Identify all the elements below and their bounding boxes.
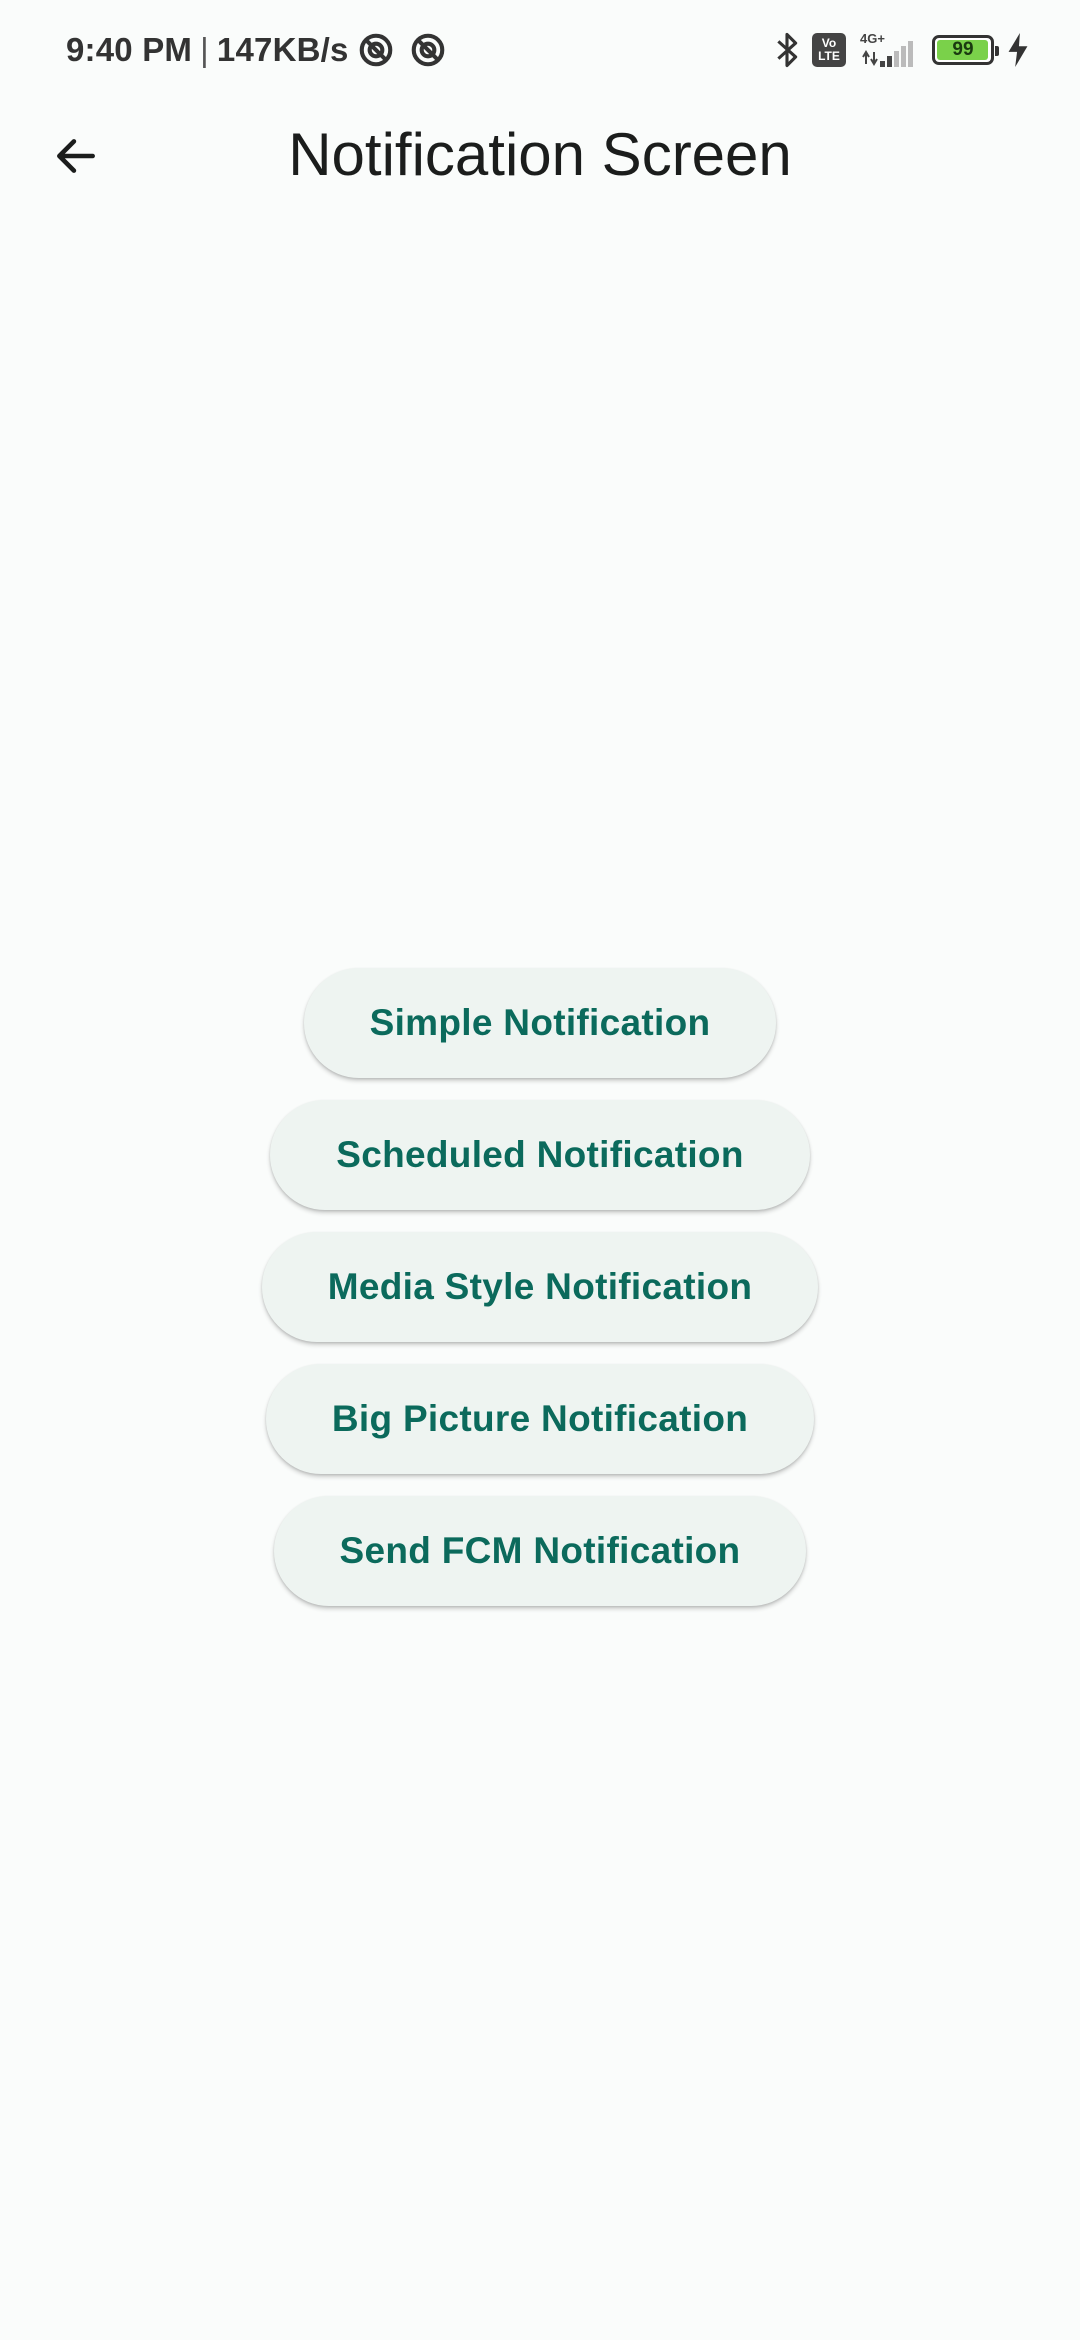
battery-nub: [995, 46, 999, 56]
status-bar: 9:40 PM | 147KB/s Vo LTE 4G+ 99: [0, 0, 1080, 100]
bluetooth-icon: [777, 32, 798, 68]
battery-level: 99: [952, 39, 974, 60]
send-fcm-notification-button[interactable]: Send FCM Notification: [273, 1496, 807, 1606]
signal-bars-icon: [862, 41, 913, 67]
status-right: Vo LTE 4G+ 99: [776, 28, 1028, 72]
net-speed: 147KB/s: [216, 31, 349, 68]
sync-off-icon: [359, 33, 392, 67]
app-bar: Notification Screen: [0, 100, 1080, 212]
media-style-notification-button[interactable]: Media Style Notification: [261, 1232, 819, 1342]
charging-icon: [1008, 33, 1028, 67]
volte-bottom: LTE: [818, 49, 840, 63]
simple-notification-button[interactable]: Simple Notification: [303, 968, 777, 1078]
status-separator: |: [200, 31, 209, 68]
scheduled-notification-button[interactable]: Scheduled Notification: [270, 1100, 810, 1210]
signal-icon: 4G+: [860, 31, 918, 69]
volte-icon: Vo LTE: [812, 33, 846, 67]
status-time: 9:40 PM: [66, 31, 193, 68]
status-left: 9:40 PM | 147KB/s: [66, 28, 447, 72]
button-stack: Simple Notification Scheduled Notificati…: [0, 968, 1080, 1606]
big-picture-notification-button[interactable]: Big Picture Notification: [265, 1364, 815, 1474]
battery-icon: 99: [932, 35, 999, 65]
sync-off-icon: [411, 33, 444, 67]
page-title: Notification Screen: [288, 121, 792, 188]
